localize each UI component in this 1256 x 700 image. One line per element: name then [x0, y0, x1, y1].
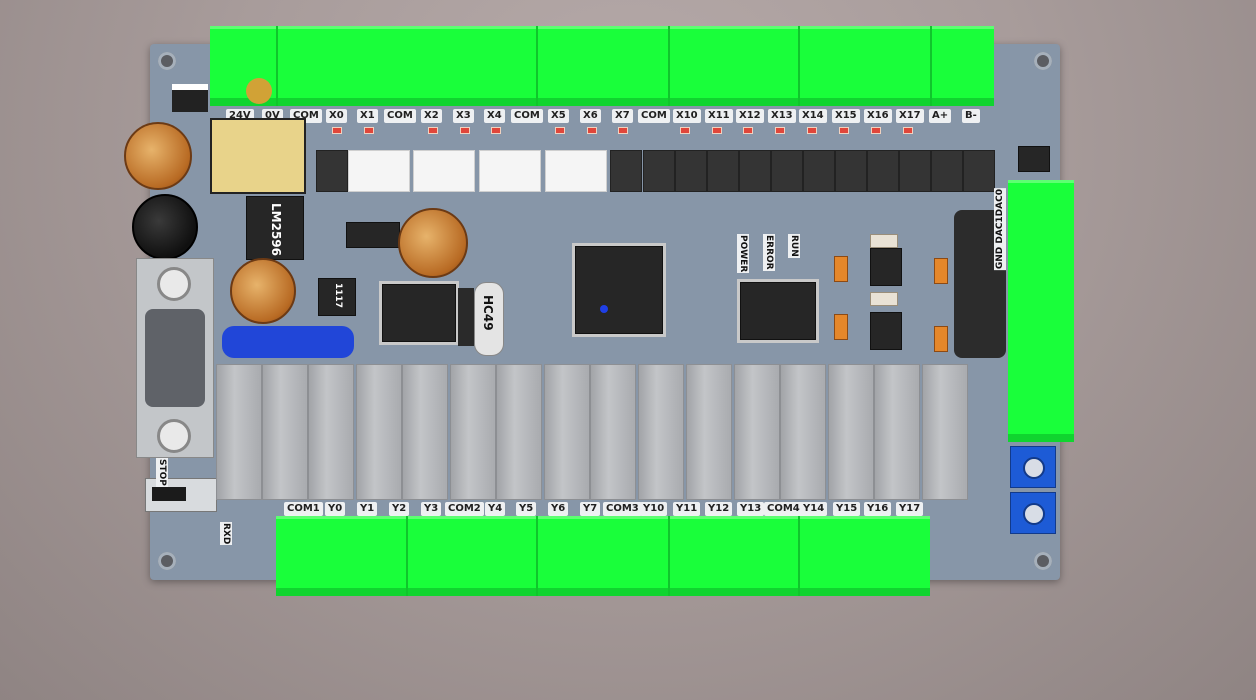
fuse	[246, 78, 272, 104]
dac-ic-bottom	[870, 312, 902, 350]
terminal-label-x10: X10	[673, 109, 701, 123]
terminal-label-x4: X4	[484, 109, 505, 123]
tvs-diode	[172, 84, 208, 112]
terminal-label-y16: Y16	[864, 502, 892, 516]
terminal-label-x17: X17	[896, 109, 924, 123]
terminal-label-y3: Y3	[421, 502, 442, 516]
inductor	[132, 194, 198, 260]
terminal-label-y14: Y14	[800, 502, 828, 516]
terminal-label-x0: X0	[326, 109, 347, 123]
tantalum-capacitor	[934, 326, 948, 352]
terminal-label-y4: Y4	[485, 502, 506, 516]
terminal-label-x11: X11	[705, 109, 733, 123]
ic-left	[382, 284, 456, 342]
dac-potentiometer-0[interactable]	[1010, 492, 1056, 534]
input-terminal-block	[210, 26, 994, 106]
terminal-label-com4: COM4	[764, 502, 803, 516]
mount-hole-bottom-right	[1034, 552, 1052, 570]
error-led-label: ERROR	[763, 234, 775, 271]
terminal-label-y7: Y7	[580, 502, 601, 516]
db9-serial-port[interactable]	[136, 258, 214, 458]
terminal-label-b-minus: B-	[962, 109, 980, 123]
tantalum-capacitor	[834, 256, 848, 282]
tantalum-capacitor	[834, 314, 848, 340]
dac-terminal-label: GND DAC1DAC0	[994, 188, 1006, 271]
terminal-label-y10: Y10	[640, 502, 668, 516]
rxd-label: RXD	[220, 522, 232, 546]
terminal-label-com: COM	[511, 109, 543, 123]
run-led-label: RUN	[788, 234, 800, 258]
power-led-label: POWER	[737, 234, 749, 274]
terminal-label-x6: X6	[580, 109, 601, 123]
terminal-label-com: COM	[638, 109, 670, 123]
terminal-label-y2: Y2	[389, 502, 410, 516]
output-terminal-block	[276, 516, 930, 596]
terminal-label-x16: X16	[864, 109, 892, 123]
terminal-label-x3: X3	[453, 109, 474, 123]
dac-potentiometer-1[interactable]	[1010, 446, 1056, 488]
electrolytic-capacitor	[124, 122, 192, 190]
terminal-label-x15: X15	[832, 109, 860, 123]
terminal-label-x14: X14	[799, 109, 827, 123]
terminal-label-y11: Y11	[673, 502, 701, 516]
terminal-label-y5: Y5	[516, 502, 537, 516]
terminal-label-a-plus: A+	[929, 109, 952, 123]
ic-right	[740, 282, 816, 340]
terminal-label-com: COM	[384, 109, 416, 123]
terminal-label-y1: Y1	[357, 502, 378, 516]
terminal-label-y15: Y15	[833, 502, 861, 516]
jumper-header	[458, 288, 474, 346]
crystal-label: HC49	[481, 295, 495, 331]
mount-hole-top-right	[1034, 52, 1052, 70]
common-mode-choke	[210, 118, 306, 194]
terminal-label-com2: COM2	[445, 502, 484, 516]
ldo-1117: 1117	[318, 278, 356, 316]
dac-ic-top	[870, 248, 902, 286]
rs485-ic	[1018, 146, 1050, 172]
dac-terminal-block	[1008, 180, 1074, 442]
terminal-label-com1: COM1	[284, 502, 323, 516]
crystal-hc49: HC49	[474, 282, 504, 356]
terminal-label-com3: COM3	[603, 502, 642, 516]
terminal-label-x13: X13	[768, 109, 796, 123]
blue-varistor	[222, 326, 354, 358]
tantalum-capacitor	[934, 258, 948, 284]
mount-hole-top-left	[158, 52, 176, 70]
terminal-label-x5: X5	[548, 109, 569, 123]
small-ic	[346, 222, 400, 248]
output-capacitor	[230, 258, 296, 324]
mount-hole-bottom-left	[158, 552, 176, 570]
terminal-label-y13: Y13	[737, 502, 765, 516]
terminal-label-x7: X7	[612, 109, 633, 123]
terminal-label-x2: X2	[421, 109, 442, 123]
large-capacitor	[398, 208, 468, 278]
lm2596-regulator: LM2596	[246, 196, 304, 260]
smd-resistor	[870, 292, 898, 306]
terminal-label-y6: Y6	[548, 502, 569, 516]
terminal-label-x1: X1	[357, 109, 378, 123]
terminal-label-x12: X12	[736, 109, 764, 123]
terminal-label-y0: Y0	[325, 502, 346, 516]
lm2596-label: LM2596	[269, 203, 283, 256]
terminal-label-y12: Y12	[705, 502, 733, 516]
microcontroller	[575, 246, 663, 334]
smd-resistor	[870, 234, 898, 248]
stop-label: STOP	[156, 458, 168, 487]
terminal-label-y17: Y17	[896, 502, 924, 516]
ldo-label: 1117	[333, 283, 343, 309]
